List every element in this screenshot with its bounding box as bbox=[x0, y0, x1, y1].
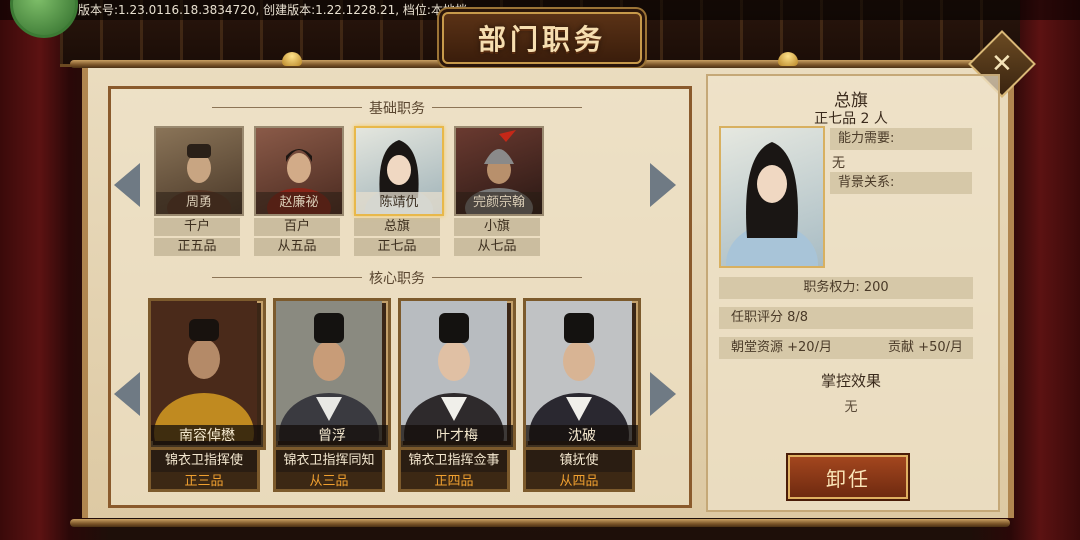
bell-ornament-icon bbox=[282, 52, 302, 66]
core-prev-arrow-icon[interactable] bbox=[114, 372, 140, 416]
ability-value: 无 bbox=[832, 156, 846, 171]
card-rank: 正五品 bbox=[154, 238, 240, 256]
unload-button-label: 卸任 bbox=[826, 466, 870, 491]
card-rank: 从七品 bbox=[454, 238, 540, 256]
section-title-core: 核心职务 bbox=[108, 268, 686, 288]
basic-position-card[interactable]: 完颜宗翰 小旗 从七品 bbox=[454, 126, 544, 256]
portrait-frame: 沈破 bbox=[523, 298, 641, 450]
core-position-card[interactable]: 叶才梅 锦衣卫指挥佥事 正四品 bbox=[398, 298, 516, 492]
detail-portrait bbox=[719, 126, 825, 268]
portrait: 陈靖仇 bbox=[354, 126, 444, 216]
card-position: 镇抚使 bbox=[523, 450, 635, 472]
card-position: 锦衣卫指挥同知 bbox=[273, 450, 385, 472]
power-row: 职务权力: 200 bbox=[719, 277, 973, 299]
card-rank: 从四品 bbox=[523, 472, 635, 492]
card-position: 总旗 bbox=[354, 218, 440, 236]
scroll-rod-bottom bbox=[70, 519, 1010, 527]
contribution-text: 贡献 +50/月 bbox=[888, 340, 963, 355]
card-rank: 正四品 bbox=[398, 472, 510, 492]
resource-row: 朝堂资源 +20/月 贡献 +50/月 bbox=[719, 337, 973, 359]
portrait: 周勇 bbox=[154, 126, 244, 216]
basic-position-card-selected[interactable]: 陈靖仇 总旗 正七品 bbox=[354, 126, 444, 256]
score-row: 任职评分 8/8 bbox=[719, 307, 973, 329]
effect-title: 掌控效果 bbox=[820, 372, 881, 390]
ability-label: 能力需要: bbox=[830, 128, 972, 150]
card-position: 锦衣卫指挥使 bbox=[148, 450, 260, 472]
page-title-plaque: 部门职务 bbox=[442, 12, 642, 64]
core-position-card[interactable]: 南容倬懋 锦衣卫指挥使 正三品 bbox=[148, 298, 266, 492]
basic-next-arrow-icon[interactable] bbox=[650, 163, 676, 207]
effect-value: 无 bbox=[844, 400, 858, 415]
page-title: 部门职务 bbox=[477, 23, 606, 56]
basic-position-card[interactable]: 周勇 千户 正五品 bbox=[154, 126, 244, 256]
core-position-card[interactable]: 沈破 镇抚使 从四品 bbox=[523, 298, 641, 492]
section-title-basic: 基础职务 bbox=[108, 98, 686, 118]
card-position: 锦衣卫指挥佥事 bbox=[398, 450, 510, 472]
core-position-card[interactable]: 曾浮 锦衣卫指挥同知 从三品 bbox=[273, 298, 391, 492]
card-name: 南容倬懋 bbox=[151, 425, 263, 447]
card-position: 百户 bbox=[254, 218, 340, 236]
card-rank: 从三品 bbox=[273, 472, 385, 492]
portrait: 赵廉祕 bbox=[254, 126, 344, 216]
version-text: 版本号:1.23.0116.18.3834720, 创建版本:1.22.1228… bbox=[78, 3, 467, 17]
card-rank: 正七品 bbox=[354, 238, 440, 256]
basic-position-card[interactable]: 赵廉祕 百户 从五品 bbox=[254, 126, 344, 256]
detail-subtitle: 正七品 2 人 bbox=[814, 111, 888, 127]
background-label: 背景关系: bbox=[830, 172, 972, 194]
card-name: 沈破 bbox=[526, 425, 638, 447]
card-name: 陈靖仇 bbox=[356, 192, 442, 214]
card-position: 小旗 bbox=[454, 218, 540, 236]
portrait: 完颜宗翰 bbox=[454, 126, 544, 216]
card-position: 千户 bbox=[154, 218, 240, 236]
card-rank: 从五品 bbox=[254, 238, 340, 256]
portrait-frame: 叶才梅 bbox=[398, 298, 516, 450]
card-name: 周勇 bbox=[156, 192, 242, 214]
bell-ornament-icon bbox=[778, 52, 798, 66]
portrait-frame: 南容倬懋 bbox=[148, 298, 266, 450]
card-name: 叶才梅 bbox=[401, 425, 513, 447]
basic-prev-arrow-icon[interactable] bbox=[114, 163, 140, 207]
core-next-arrow-icon[interactable] bbox=[650, 372, 676, 416]
unload-button[interactable]: 卸任 bbox=[788, 455, 908, 499]
card-rank: 正三品 bbox=[148, 472, 260, 492]
card-name: 完颜宗翰 bbox=[456, 192, 542, 214]
portrait-frame: 曾浮 bbox=[273, 298, 391, 450]
card-name: 曾浮 bbox=[276, 425, 388, 447]
resource-text: 朝堂资源 +20/月 bbox=[731, 340, 832, 355]
card-name: 赵廉祕 bbox=[256, 192, 342, 214]
